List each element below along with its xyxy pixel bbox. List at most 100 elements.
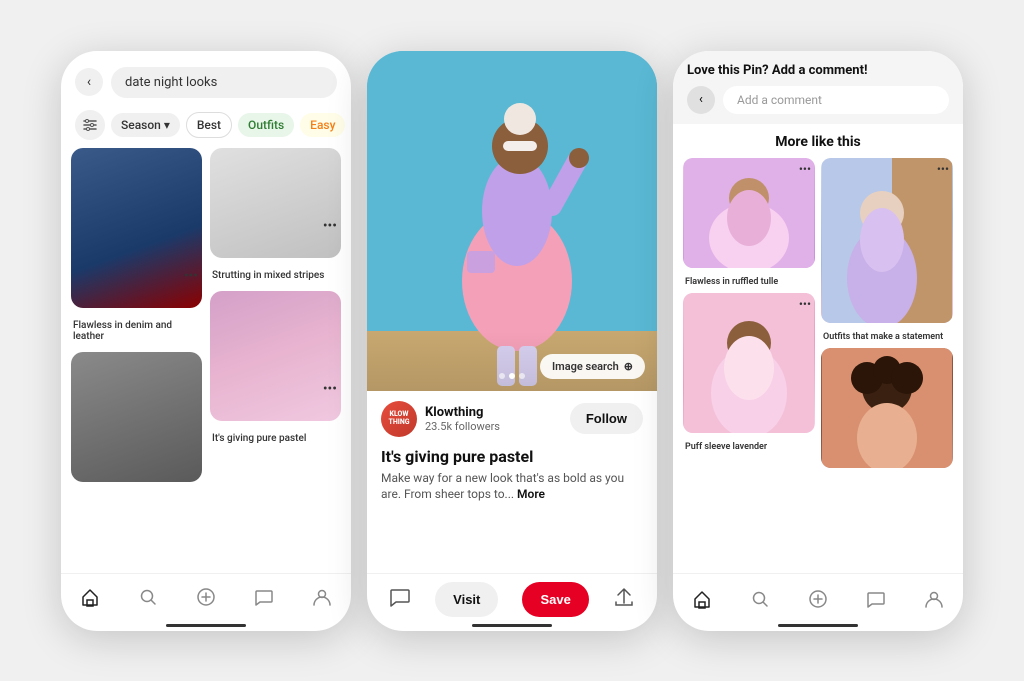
back-arrow-icon: ‹ <box>699 92 703 107</box>
search-nav-icon-3 <box>750 589 770 609</box>
more-image-puff <box>683 293 815 433</box>
chip-easy[interactable]: Easy <box>300 113 345 137</box>
more-link[interactable]: More <box>517 487 545 501</box>
nav-messages-3[interactable] <box>866 589 886 609</box>
phone-3: Love this Pin? Add a comment! ‹ Add a co… <box>673 51 963 631</box>
filter-chips: Season ▾ Best Outfits Easy <box>61 106 351 148</box>
comment-section-title: Love this Pin? Add a comment! <box>687 63 949 78</box>
more-card-label-puff: Puff sleeve lavender <box>683 439 815 452</box>
more-card-label-ruffled: Flawless in ruffled tulle <box>683 274 815 287</box>
pin-info-section: KLOW THING Klowthing 23.5k followers Fol… <box>367 391 657 573</box>
nav-search[interactable] <box>138 587 158 607</box>
nav-messages[interactable] <box>254 587 274 607</box>
back-icon: ‹ <box>87 74 91 90</box>
more-card-more-ruffled[interactable]: ••• <box>799 162 811 176</box>
pin-label-denim: Flawless in denim and leather <box>71 316 202 344</box>
pin-label-pastel: It's giving pure pastel <box>210 429 341 446</box>
filter-icon-button[interactable] <box>75 110 105 140</box>
back-button[interactable]: ‹ <box>75 68 103 96</box>
share-button[interactable] <box>613 586 635 613</box>
follow-button[interactable]: Follow <box>570 403 643 434</box>
hero-dot-2 <box>509 373 515 379</box>
more-card-puff[interactable]: ••• <box>683 293 815 433</box>
more-card-ruffled[interactable]: ••• <box>683 158 815 268</box>
image-search-icon: ⊕ <box>624 360 633 373</box>
messages-icon-3 <box>866 589 886 609</box>
creator-followers: 23.5k followers <box>425 420 500 433</box>
visit-button[interactable]: Visit <box>435 582 498 617</box>
comment-back-button[interactable]: ‹ <box>687 86 715 114</box>
creator-details: Klowthing 23.5k followers <box>425 405 500 433</box>
nav-profile-3[interactable] <box>924 589 944 609</box>
more-card-more-statement[interactable]: ••• <box>937 162 949 176</box>
bottom-nav-1 <box>61 573 351 625</box>
pin-card-denim[interactable]: ••• <box>71 148 202 308</box>
brown-woman-figure <box>821 348 953 468</box>
pin-card-stripes[interactable]: ••• <box>210 148 341 258</box>
more-card-more-puff[interactable]: ••• <box>799 297 811 311</box>
lavender-dress-figure <box>821 158 953 323</box>
pin-image-grey-woman <box>71 352 202 482</box>
more-like-grid: ••• Flawless in ruffled tulle <box>673 158 963 573</box>
chip-season[interactable]: Season ▾ <box>111 113 180 137</box>
share-icon <box>613 586 635 608</box>
nav-search-3[interactable] <box>750 589 770 609</box>
nav-add-3[interactable] <box>808 589 828 609</box>
ruffled-tulle-figure <box>683 158 815 268</box>
more-image-lavender <box>821 158 953 323</box>
add-icon <box>196 587 216 607</box>
comment-input-row: ‹ Add a comment <box>687 86 949 114</box>
more-col-1: ••• Flawless in ruffled tulle <box>683 158 815 573</box>
search-nav-icon <box>138 587 158 607</box>
pin-image-denim <box>71 148 202 308</box>
pin-more-button[interactable]: ••• <box>184 268 198 284</box>
profile-icon <box>312 587 332 607</box>
phone-2: ‹ ⋯ <box>367 51 657 631</box>
pin-label-stripes: Strutting in mixed stripes <box>210 266 341 283</box>
chevron-down-icon: ▾ <box>164 118 170 132</box>
image-search-button[interactable]: Image search ⊕ <box>540 354 645 379</box>
creator-avatar[interactable]: KLOW THING <box>381 401 417 437</box>
search-input[interactable]: date night looks <box>111 67 337 98</box>
pin-description: Make way for a new look that's as bold a… <box>381 470 643 504</box>
pin-hero-image: ‹ ⋯ <box>367 51 657 391</box>
comment-header: Love this Pin? Add a comment! ‹ Add a co… <box>673 51 963 124</box>
creator-row: KLOW THING Klowthing 23.5k followers Fol… <box>381 401 643 437</box>
pin-more-button-stripes[interactable]: ••• <box>323 218 337 234</box>
filter-icon <box>83 118 97 132</box>
save-button[interactable]: Save <box>522 582 588 617</box>
more-card-curly[interactable] <box>821 348 953 468</box>
more-image-ruffled <box>683 158 815 268</box>
nav-add[interactable] <box>196 587 216 607</box>
pin-more-button-pastel[interactable]: ••• <box>323 381 337 397</box>
hero-dot-1 <box>499 373 505 379</box>
more-card-statement[interactable]: ••• <box>821 158 953 323</box>
pin-card-grey-woman[interactable] <box>71 352 202 482</box>
comment-input[interactable]: Add a comment <box>723 86 949 114</box>
chip-outfits[interactable]: Outfits <box>238 113 294 137</box>
home-icon <box>80 587 100 607</box>
comment-icon <box>389 586 411 608</box>
hero-dot-3 <box>519 373 525 379</box>
home-icon-3 <box>692 589 712 609</box>
creator-name: Klowthing <box>425 405 500 420</box>
add-icon-3 <box>808 589 828 609</box>
image-search-label: Image search <box>552 360 619 373</box>
search-bar-area: ‹ date night looks <box>61 51 351 106</box>
pin-image-stripes <box>210 148 341 258</box>
more-col-2: ••• Outfits that make a statement <box>821 158 953 573</box>
pin-actions-bar: Visit Save <box>367 573 657 625</box>
profile-icon-3 <box>924 589 944 609</box>
more-like-title: More like this <box>673 124 963 158</box>
messages-icon <box>254 587 274 607</box>
more-image-brown <box>821 348 953 468</box>
more-like-section: More like this <box>673 124 963 573</box>
pin-card-pastel[interactable]: ••• <box>210 291 341 421</box>
chip-best[interactable]: Best <box>186 112 232 138</box>
nav-profile[interactable] <box>312 587 332 607</box>
puff-sleeve-figure <box>683 293 815 433</box>
hero-dots <box>499 373 525 379</box>
nav-home-3[interactable] <box>692 589 712 609</box>
comment-button[interactable] <box>389 586 411 613</box>
nav-home[interactable] <box>80 587 100 607</box>
